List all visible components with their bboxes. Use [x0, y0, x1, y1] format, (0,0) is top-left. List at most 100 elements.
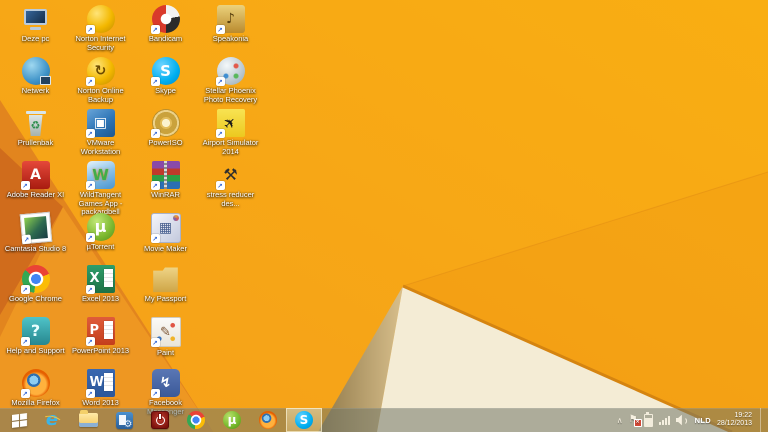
- desktop-icon-prullenbak[interactable]: ♻ Prullenbak: [3, 106, 68, 158]
- shortcut-arrow-icon: [215, 25, 225, 34]
- icon-label: Paint: [156, 348, 175, 357]
- icon-label: PowerPoint 2013: [71, 346, 130, 355]
- folder-icon: [153, 267, 178, 293]
- shortcut-arrow-icon: [150, 234, 160, 243]
- chrome-icon: [20, 265, 50, 294]
- help-icon: ?: [20, 317, 50, 346]
- icon-label: Prullenbak: [17, 138, 54, 147]
- icon-label: PowerISO: [148, 138, 183, 147]
- taskbar-button-file-explorer[interactable]: [70, 408, 106, 432]
- empty-grid-cell: [198, 314, 263, 366]
- taskbar-button-google-chrome[interactable]: [178, 408, 214, 432]
- shortcut-arrow-icon: [85, 181, 95, 190]
- airport-simulator-icon: ✈: [215, 109, 245, 138]
- icon-label: Deze pc: [21, 34, 50, 43]
- bandicam-icon: [150, 5, 180, 34]
- taskbar-button-shutdown[interactable]: [142, 408, 178, 432]
- facebook-messenger-icon: ↯: [150, 369, 180, 398]
- desktop-icon-my-passport[interactable]: My Passport: [133, 262, 198, 314]
- recycle-bin-icon: ♻: [22, 109, 50, 137]
- desktop-icon-excel-2013[interactable]: X Excel 2013: [68, 262, 133, 314]
- shortcut-arrow-icon: [85, 337, 95, 346]
- taskbar-button-skype-active[interactable]: S: [286, 408, 322, 432]
- internet-explorer-icon: e: [45, 409, 59, 430]
- word-icon: W: [85, 369, 115, 398]
- icon-label: Bandicam: [148, 34, 183, 43]
- camtasia-icon: [19, 211, 52, 245]
- shortcut-arrow-icon: [85, 129, 95, 138]
- shortcut-arrow-icon: [150, 25, 160, 34]
- skype-icon: S: [150, 57, 180, 86]
- shortcut-arrow-icon: [20, 285, 30, 294]
- chrome-icon: [187, 411, 205, 429]
- desktop-icon-stress-reducer[interactable]: ⚒ stress reducer des...: [198, 158, 263, 210]
- show-desktop-button[interactable]: [760, 408, 765, 432]
- shortcut-arrow-icon: [215, 129, 225, 138]
- shortcut-arrow-icon: [150, 338, 160, 347]
- windows-logo-icon: [11, 412, 27, 428]
- excel-icon: X: [85, 265, 115, 294]
- desktop-icon-adobe-reader[interactable]: A Adobe Reader XI: [3, 158, 68, 210]
- desktop-icon-powerpoint-2013[interactable]: P PowerPoint 2013: [68, 314, 133, 366]
- icon-label: Skype: [155, 86, 176, 95]
- this-pc-icon: [22, 5, 50, 33]
- desktop-icon-netwerk[interactable]: Netwerk: [3, 54, 68, 106]
- utorrent-icon: µ: [223, 411, 241, 429]
- adobe-reader-icon: A: [20, 161, 50, 190]
- gear-icon: ⚙: [123, 418, 133, 430]
- file-explorer-icon: [78, 410, 98, 427]
- desktop-icon-stellar-phoenix[interactable]: Stellar Phoenix Photo Recovery: [198, 54, 263, 106]
- desktop-icon-norton-online-backup[interactable]: ↻ Norton Online Backup: [68, 54, 133, 106]
- firefox-icon: [20, 369, 50, 398]
- desktop-icon-grid: Deze pc Norton Internet Security Bandica…: [3, 2, 263, 418]
- desktop-icon-help-and-support[interactable]: ? Help and Support: [3, 314, 68, 366]
- shortcut-arrow-icon: [215, 181, 225, 190]
- taskbar-button-internet-explorer[interactable]: e: [34, 408, 70, 432]
- desktop-icon-utorrent[interactable]: µ µTorrent: [68, 210, 133, 262]
- language-indicator[interactable]: NLD: [695, 416, 711, 425]
- taskbar-button-system-settings[interactable]: ⚙: [106, 408, 142, 432]
- icon-label: WinRAR: [151, 190, 180, 199]
- taskbar-button-utorrent[interactable]: µ: [214, 408, 250, 432]
- shortcut-arrow-icon: [85, 389, 95, 398]
- show-hidden-icons-button[interactable]: ∧: [617, 416, 623, 425]
- shortcut-arrow-icon: [150, 389, 160, 398]
- desktop-icon-airport-simulator[interactable]: ✈ Airport Simulator 2014: [198, 106, 263, 158]
- desktop-icon-winrar[interactable]: WinRAR: [133, 158, 198, 210]
- icon-label: Camtasia Studio 8: [4, 244, 67, 253]
- stellar-phoenix-icon: [215, 57, 245, 86]
- desktop-icon-bandicam[interactable]: Bandicam: [133, 2, 198, 54]
- desktop-icon-google-chrome[interactable]: Google Chrome: [3, 262, 68, 314]
- icon-label: Airport Simulator 2014: [202, 138, 259, 156]
- clock[interactable]: 19:22 28/12/2013: [717, 412, 752, 429]
- shortcut-arrow-icon: [150, 77, 160, 86]
- desktop-icon-skype[interactable]: S Skype: [133, 54, 198, 106]
- icon-label: µTorrent: [86, 242, 115, 251]
- network-signal-icon[interactable]: [658, 415, 670, 425]
- desktop-icon-camtasia-studio[interactable]: Camtasia Studio 8: [3, 210, 68, 262]
- battery-icon[interactable]: [643, 411, 653, 427]
- shortcut-arrow-icon: [20, 389, 30, 398]
- taskbar-button-firefox[interactable]: [250, 408, 286, 432]
- icon-label: Stellar Phoenix Photo Recovery: [203, 86, 258, 104]
- icon-label: My Passport: [144, 294, 187, 303]
- shortcut-arrow-icon: [85, 77, 95, 86]
- icon-label: Excel 2013: [81, 294, 120, 303]
- icon-label: Word 2013: [82, 398, 119, 407]
- empty-grid-cell: [198, 210, 263, 262]
- volume-icon[interactable]: [676, 415, 689, 426]
- empty-grid-cell: [198, 262, 263, 314]
- desktop-icon-paint[interactable]: ✎ Paint: [133, 314, 198, 366]
- start-button[interactable]: [6, 408, 32, 432]
- wildtangent-icon: W: [85, 161, 115, 190]
- action-center-flag-icon[interactable]: ⚑×: [629, 415, 642, 427]
- desktop-icon-deze-pc[interactable]: Deze pc: [3, 2, 68, 54]
- icon-label: Norton Online Backup: [77, 86, 124, 104]
- desktop-icon-movie-maker[interactable]: ▦ Movie Maker: [133, 210, 198, 262]
- desktop-icon-speakonia[interactable]: ♪ Speakonia: [198, 2, 263, 54]
- desktop-icon-vmware-workstation[interactable]: ▣ VMware Workstation: [68, 106, 133, 158]
- desktop-icon-wildtangent-games[interactable]: W WildTangent Games App - packardbell: [68, 158, 133, 216]
- desktop-icon-poweriso[interactable]: PowerISO: [133, 106, 198, 158]
- desktop-icon-norton-internet-security[interactable]: Norton Internet Security: [68, 2, 133, 54]
- movie-maker-icon: ▦: [150, 213, 181, 243]
